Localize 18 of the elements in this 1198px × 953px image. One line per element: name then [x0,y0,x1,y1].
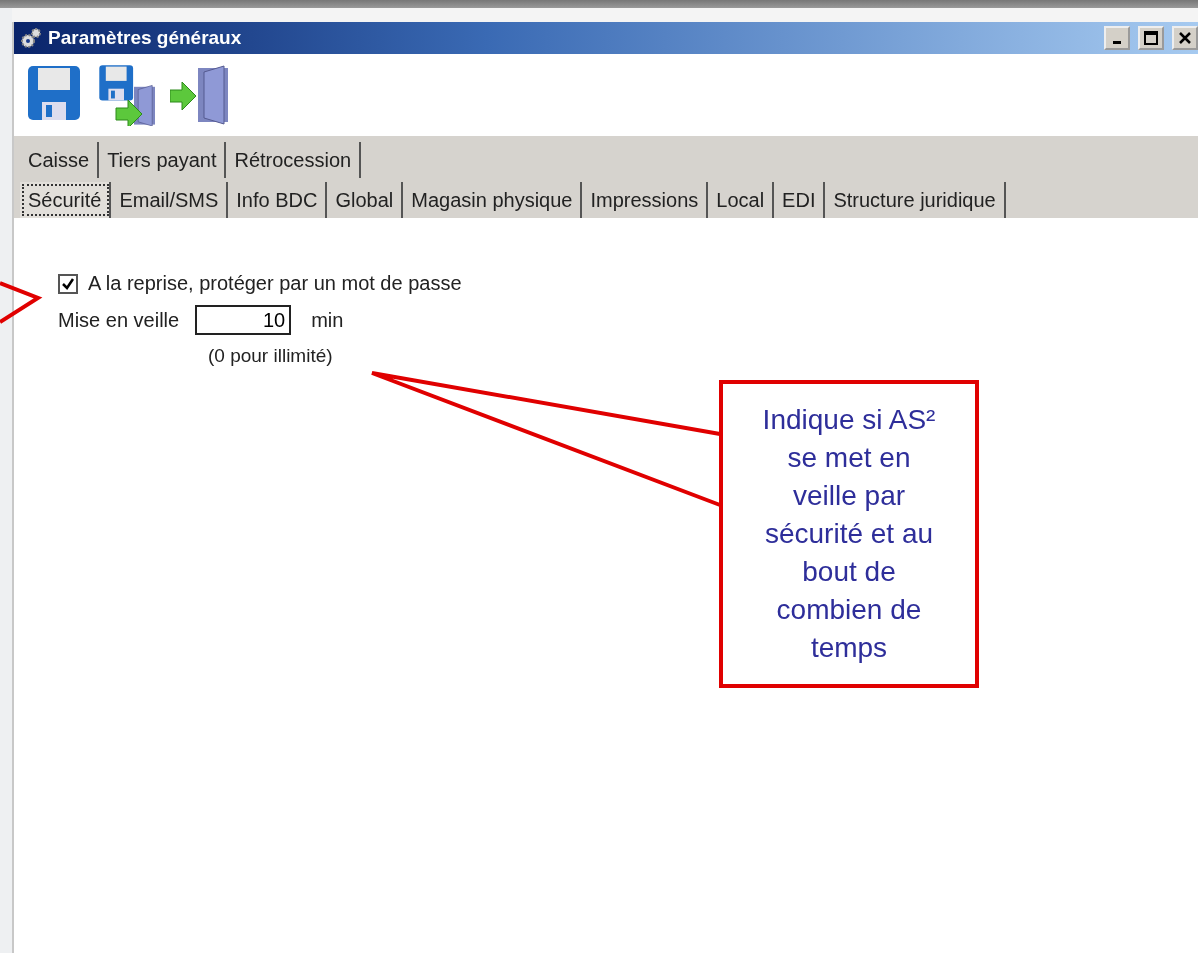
minimize-button[interactable] [1104,26,1130,50]
input-field[interactable]: 10 [195,305,292,335]
hint-text: (0 pour illimité) [208,345,334,367]
callout-text: Indique si AS² se met en veille par sécurité et au bout de combien de temps [761,403,937,665]
checkbox[interactable] [58,273,78,294]
window-title: Paramètres généraux [48,27,243,49]
gears-icon [20,27,42,49]
checkbox-label: A la reprise, protéger par un mot de passe [88,272,462,295]
maximize-icon [1144,31,1158,45]
tab[interactable]: Sécurité [20,182,112,218]
close-button[interactable] [1172,26,1198,50]
leader-line [0,281,43,324]
minimize-icon [1113,40,1121,44]
unit-label: min [311,308,344,332]
field-label: Mise en veille [58,308,180,332]
maximize-button[interactable] [1138,26,1164,50]
checkmark-icon [61,276,75,291]
close-icon [1178,31,1192,45]
